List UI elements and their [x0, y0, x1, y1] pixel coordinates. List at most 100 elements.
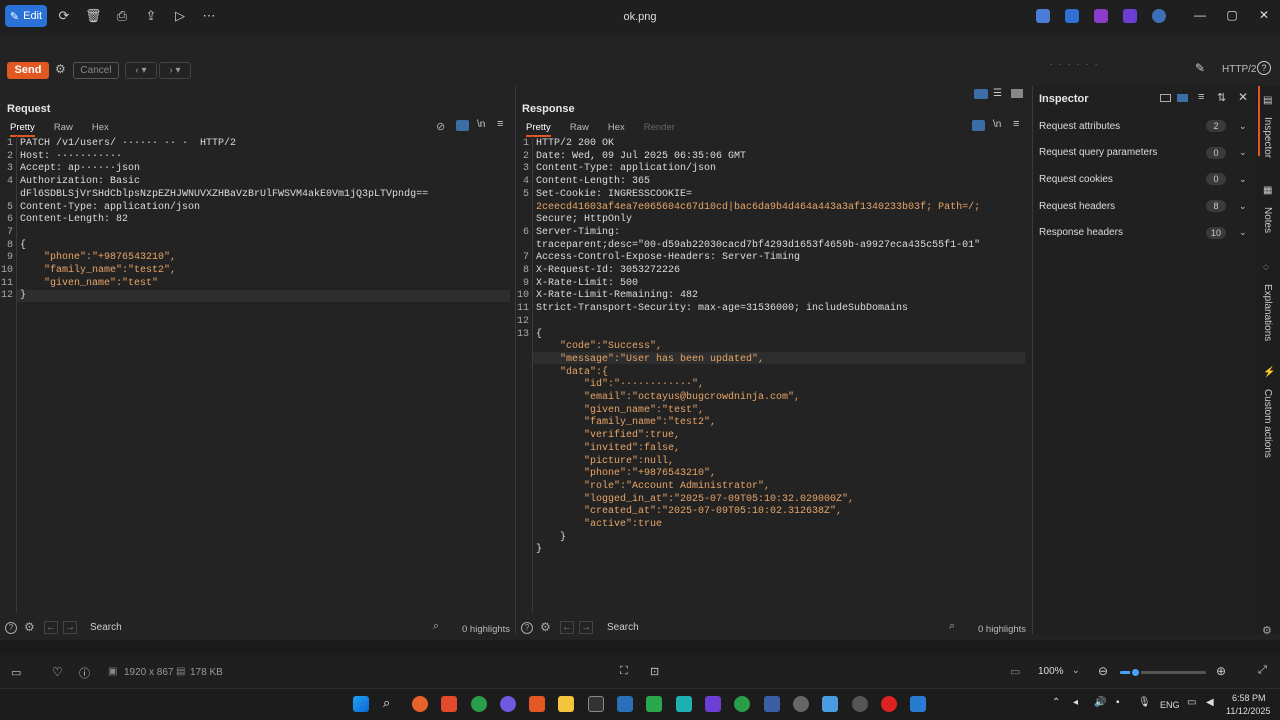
tab-render[interactable]: Render: [644, 122, 675, 137]
inspector-row[interactable]: Request query parameters 0 ⌄: [1039, 143, 1249, 163]
search-icon[interactable]: ⌕: [433, 620, 439, 633]
terminal-icon[interactable]: [588, 696, 604, 712]
response-search-input[interactable]: Search: [603, 620, 965, 636]
menu-icon[interactable]: ≡: [497, 118, 503, 130]
chevron-down-icon[interactable]: ⌄: [1072, 665, 1080, 676]
discord-icon[interactable]: [500, 696, 516, 712]
prev-icon[interactable]: ←: [560, 621, 574, 634]
sort-icon[interactable]: ≡: [1198, 91, 1204, 103]
language-indicator[interactable]: ENG: [1160, 700, 1180, 710]
next-icon[interactable]: →: [63, 621, 77, 634]
chevron-down-icon[interactable]: ⌄: [1239, 147, 1247, 158]
forward-button[interactable]: › ▾: [159, 62, 191, 79]
fullscreen-icon[interactable]: ⤢: [1258, 664, 1267, 677]
chevron-down-icon[interactable]: ⌄: [1239, 121, 1247, 132]
zoom-level[interactable]: 100%: [1038, 666, 1064, 677]
layout-icons[interactable]: ˙˙˙˙˙˙: [1050, 63, 1104, 73]
clock-time[interactable]: 6:58 PM: [1232, 693, 1266, 703]
copilot-icon[interactable]: [1036, 9, 1050, 23]
tab-pretty[interactable]: Pretty: [10, 122, 35, 137]
custom-actions-icon[interactable]: ⚡: [1263, 367, 1275, 378]
tab-raw[interactable]: Raw: [54, 122, 73, 137]
layout-icon[interactable]: [1160, 94, 1171, 102]
search-icon[interactable]: ⌕: [949, 620, 955, 633]
request-editor[interactable]: 1 PATCH /v1/users/ ······ ·· · HTTP/2 2 Hos…: [0, 136, 510, 606]
app-icon[interactable]: [617, 696, 633, 712]
chevron-down-icon[interactable]: ⌄: [1239, 201, 1247, 212]
clock-date[interactable]: 11/12/2025: [1226, 706, 1270, 716]
tab-hex[interactable]: Hex: [608, 122, 625, 137]
pencil-icon[interactable]: ✎: [1195, 61, 1205, 75]
settings-icon[interactable]: ⚙: [24, 620, 35, 634]
speaker-icon[interactable]: ◀: [1206, 697, 1214, 708]
rail-custom-actions[interactable]: Custom actions: [1262, 389, 1273, 458]
help-icon[interactable]: ?: [1257, 61, 1271, 75]
fit-icon[interactable]: ⛶: [620, 665, 628, 678]
start-icon[interactable]: [353, 696, 369, 712]
mic-icon[interactable]: 🎙: [1138, 697, 1151, 708]
inspector-row[interactable]: Request attributes 2 ⌄: [1039, 116, 1249, 136]
chrome-icon[interactable]: [471, 696, 487, 712]
minimize-button[interactable]: —: [1192, 8, 1208, 22]
app-icon[interactable]: [910, 696, 926, 712]
request-search-input[interactable]: Search: [86, 620, 448, 636]
wrap-icon[interactable]: [972, 120, 985, 131]
brave-icon[interactable]: [441, 696, 457, 712]
zoom-fit-icon[interactable]: ▭: [1010, 665, 1020, 678]
chevron-up-icon[interactable]: ⌃: [1052, 697, 1060, 708]
menu-icon[interactable]: ≡: [1013, 118, 1019, 130]
inspector-row[interactable]: Request headers 8 ⌄: [1039, 196, 1249, 216]
help-icon[interactable]: ?: [5, 622, 17, 634]
tray-icon[interactable]: ◂: [1073, 697, 1078, 708]
maximize-button[interactable]: ▢: [1224, 8, 1240, 22]
network-icon[interactable]: ▭: [1187, 697, 1196, 708]
firefox-icon[interactable]: [412, 696, 428, 712]
collapse-icon[interactable]: ⇅: [1217, 91, 1226, 104]
rail-notes[interactable]: Notes: [1262, 207, 1273, 233]
burp-icon[interactable]: [529, 696, 545, 712]
zoom-slider[interactable]: [1120, 667, 1206, 678]
send-button[interactable]: Send: [7, 62, 49, 79]
search-icon[interactable]: ⌕: [383, 695, 390, 711]
http-version[interactable]: HTTP/2: [1222, 64, 1256, 75]
bulb-icon[interactable]: ◌: [1263, 262, 1269, 273]
prev-icon[interactable]: ←: [44, 621, 58, 634]
newline-icon[interactable]: \n: [477, 119, 485, 130]
app-icon[interactable]: [852, 696, 868, 712]
help-icon[interactable]: ?: [521, 622, 533, 634]
cancel-button[interactable]: Cancel: [73, 62, 119, 79]
inspector-row[interactable]: Response headers 10 ⌄: [1039, 223, 1249, 243]
hide-icon[interactable]: ⊘: [436, 120, 445, 133]
filmstrip-icon[interactable]: ▭: [11, 666, 21, 679]
app-icon[interactable]: [646, 696, 662, 712]
app-icon[interactable]: [676, 696, 692, 712]
app-icon[interactable]: [1094, 9, 1108, 23]
app-icon[interactable]: [1123, 9, 1137, 23]
chevron-down-icon[interactable]: ⌄: [1239, 174, 1247, 185]
cloud-icon[interactable]: [1152, 9, 1166, 23]
tab-hex[interactable]: Hex: [92, 122, 109, 137]
rail-explanations[interactable]: Explanations: [1262, 284, 1273, 341]
photos-icon[interactable]: [822, 696, 838, 712]
layout-single-icon[interactable]: [1011, 89, 1023, 98]
app-icon[interactable]: [1065, 9, 1079, 23]
heart-icon[interactable]: ♡: [52, 665, 63, 679]
settings-icon[interactable]: ⚙: [540, 620, 551, 634]
tab-pretty[interactable]: Pretty: [526, 122, 551, 137]
actual-size-icon[interactable]: ⊡: [650, 665, 659, 678]
inspector-row[interactable]: Request cookies 0 ⌄: [1039, 169, 1249, 189]
settings-icon[interactable]: [793, 696, 809, 712]
zoom-in-icon[interactable]: ⊕: [1216, 664, 1226, 678]
app-icon[interactable]: [734, 696, 750, 712]
app-icon[interactable]: [764, 696, 780, 712]
close-icon[interactable]: ✕: [1238, 90, 1248, 104]
close-button[interactable]: ✕: [1256, 8, 1272, 22]
rail-inspector[interactable]: Inspector: [1262, 117, 1273, 158]
back-button[interactable]: ‹ ▾: [125, 62, 157, 79]
volume-icon[interactable]: 🔊: [1094, 697, 1106, 708]
tab-raw[interactable]: Raw: [570, 122, 589, 137]
response-editor[interactable]: 1 HTTP/2 200 OK 2 Date: Wed, 09 Jul 2025 06…: [516, 136, 1028, 606]
wrap-icon[interactable]: [456, 120, 469, 131]
explorer-icon[interactable]: [558, 696, 574, 712]
layout-horizontal-icon[interactable]: ☰: [993, 88, 1002, 99]
